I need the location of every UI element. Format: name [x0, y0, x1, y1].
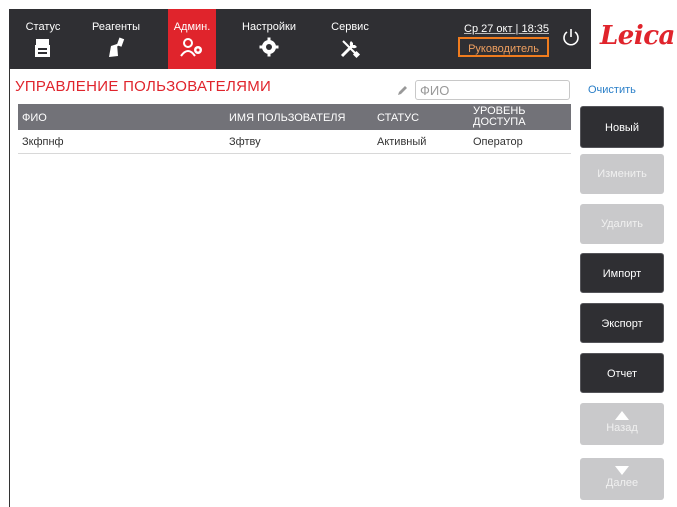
tab-status-label: Статус — [25, 21, 61, 33]
tab-service[interactable]: Сервис — [327, 9, 373, 69]
current-role-button[interactable]: Руководитель — [458, 37, 549, 57]
service-tools-icon — [339, 37, 361, 64]
reagent-bottle-icon — [106, 37, 126, 64]
edit-button[interactable]: Изменить — [580, 154, 664, 194]
name-search-input[interactable] — [416, 81, 572, 99]
date-time-display[interactable]: Ср 27 окт | 18:35 — [464, 23, 549, 35]
tab-service-label: Сервис — [331, 21, 369, 33]
cell-status: Активный — [377, 136, 427, 148]
clear-button[interactable]: Очистить — [588, 84, 636, 96]
delete-button[interactable]: Удалить — [580, 204, 664, 244]
tab-settings[interactable]: Настройки — [241, 9, 297, 69]
settings-gear-icon — [259, 37, 279, 62]
back-button[interactable]: Назад — [580, 403, 664, 445]
top-navigation-bar: Статус Реагенты Админ. Настройки Сервис … — [9, 9, 675, 69]
admin-users-icon — [180, 37, 204, 62]
cell-username: Зфтву — [229, 136, 261, 148]
name-search-field[interactable] — [415, 80, 572, 100]
arrow-down-icon — [615, 466, 629, 475]
tab-settings-label: Настройки — [242, 21, 296, 33]
pencil-icon — [397, 83, 408, 101]
logo-area: Leica — [591, 9, 675, 69]
tab-reagents-label: Реагенты — [92, 21, 140, 33]
next-button[interactable]: Далее — [580, 458, 664, 500]
column-header-username: ИМЯ ПОЛЬЗОВАТЕЛЯ — [229, 112, 346, 124]
power-icon[interactable] — [562, 28, 580, 51]
next-button-label: Далее — [605, 477, 639, 489]
new-button[interactable]: Новый — [580, 106, 664, 148]
tab-status[interactable]: Статус — [21, 9, 65, 69]
table-row[interactable]: Зкфпнф Зфтву Активный Оператор — [18, 130, 571, 154]
column-header-status: СТАТУС — [377, 112, 420, 124]
frame-left-edge — [9, 69, 10, 507]
back-button-label: Назад — [606, 422, 638, 434]
report-button[interactable]: Отчет — [580, 353, 664, 393]
tab-admin[interactable]: Админ. — [168, 9, 216, 69]
table-header: ФИО ИМЯ ПОЛЬЗОВАТЕЛЯ СТАТУС УРОВЕНЬ ДОСТ… — [18, 104, 571, 130]
status-icon — [34, 37, 52, 64]
column-header-access-level-line2: ДОСТУПА — [473, 116, 526, 128]
leica-logo: Leica — [600, 21, 675, 51]
page-title: УПРАВЛЕНИЕ ПОЛЬЗОВАТЕЛЯМИ — [15, 78, 272, 95]
export-button[interactable]: Экспорт — [580, 303, 664, 343]
arrow-up-icon — [615, 411, 629, 420]
cell-access-level: Оператор — [473, 136, 523, 148]
tab-reagents[interactable]: Реагенты — [89, 9, 143, 69]
cell-name: Зкфпнф — [22, 136, 64, 148]
import-button[interactable]: Импорт — [580, 253, 664, 293]
tab-admin-label: Админ. — [173, 21, 211, 33]
column-header-name: ФИО — [22, 112, 47, 124]
